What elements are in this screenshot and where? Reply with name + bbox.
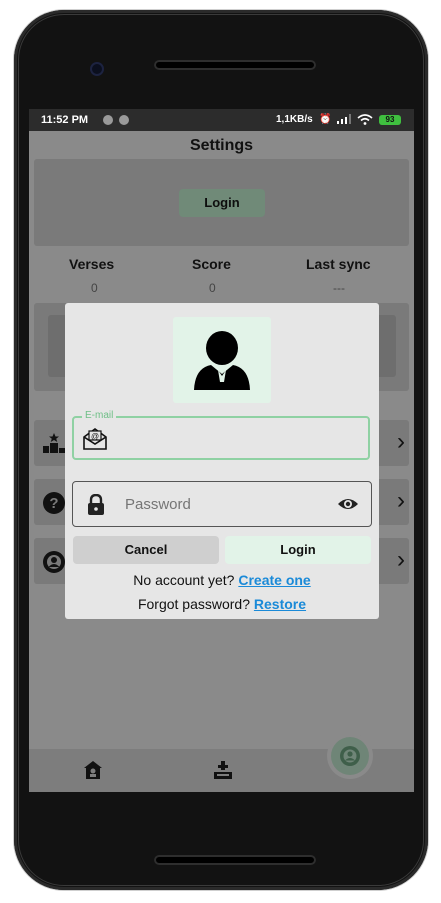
- upload-icon[interactable]: [213, 760, 233, 785]
- eye-icon[interactable]: [337, 496, 359, 517]
- leaderboard-icon: [42, 432, 66, 454]
- bottom-bezel-bar: [154, 855, 316, 865]
- restore-link[interactable]: Restore: [254, 596, 306, 612]
- notification-icon: [119, 115, 129, 125]
- email-field[interactable]: E-mail @: [72, 410, 370, 460]
- chevron-right-icon: ›: [397, 546, 405, 573]
- wifi-icon: [357, 114, 373, 128]
- no-account-text: No account yet?: [133, 572, 235, 588]
- front-camera: [90, 62, 104, 76]
- svg-text:?: ?: [49, 495, 58, 512]
- login-button[interactable]: Login: [179, 189, 265, 217]
- chevron-right-icon: ›: [397, 487, 405, 514]
- battery-indicator: 93: [379, 115, 401, 125]
- app-screen: 11:52 PM 1,1KB/s ⏰ 93 Settings Login Ver…: [29, 109, 414, 792]
- alarm-icon: ⏰: [319, 114, 332, 125]
- page-title: Settings: [189, 137, 254, 154]
- cancel-button[interactable]: Cancel: [73, 536, 219, 564]
- stat-value-verses: 0: [91, 281, 98, 295]
- dialog-login-button[interactable]: Login: [225, 536, 371, 564]
- stat-header-verses: Verses: [69, 256, 115, 272]
- stat-value-last-sync: ---: [333, 281, 345, 295]
- status-time: 11:52 PM: [41, 114, 89, 126]
- email-icon: @: [83, 428, 107, 455]
- stat-header-last-sync: Last sync: [306, 256, 371, 272]
- help-icon: ?: [42, 491, 66, 514]
- network-speed: 1,1KB/s: [276, 114, 313, 125]
- earpiece-speaker: [154, 60, 316, 70]
- stat-value-score: 0: [209, 281, 216, 295]
- create-account-link[interactable]: Create one: [238, 572, 310, 588]
- avatar: [173, 317, 271, 403]
- password-field[interactable]: [72, 481, 372, 527]
- lock-icon: [87, 493, 105, 521]
- email-label: E-mail: [82, 410, 117, 421]
- status-bar: 11:52 PM 1,1KB/s ⏰ 93: [29, 109, 414, 131]
- forgot-password-line: Forgot password? Restore: [65, 596, 379, 612]
- password-input[interactable]: [123, 495, 327, 514]
- signal-icon: [337, 114, 351, 127]
- account-fab[interactable]: [331, 737, 369, 775]
- chevron-right-icon: ›: [397, 428, 405, 455]
- forgot-password-text: Forgot password?: [137, 596, 251, 612]
- stat-header-score: Score: [192, 256, 231, 272]
- home-icon[interactable]: [83, 760, 103, 785]
- login-dialog: E-mail @ Cancel Login No account yet? Cr…: [65, 303, 379, 619]
- account-fab-icon: [340, 746, 360, 766]
- no-account-line: No account yet? Create one: [65, 572, 379, 588]
- user-avatar-icon: [194, 331, 250, 390]
- settings-user-icon: [42, 550, 66, 573]
- notification-icon: [103, 115, 113, 125]
- svg-text:@: @: [91, 432, 99, 441]
